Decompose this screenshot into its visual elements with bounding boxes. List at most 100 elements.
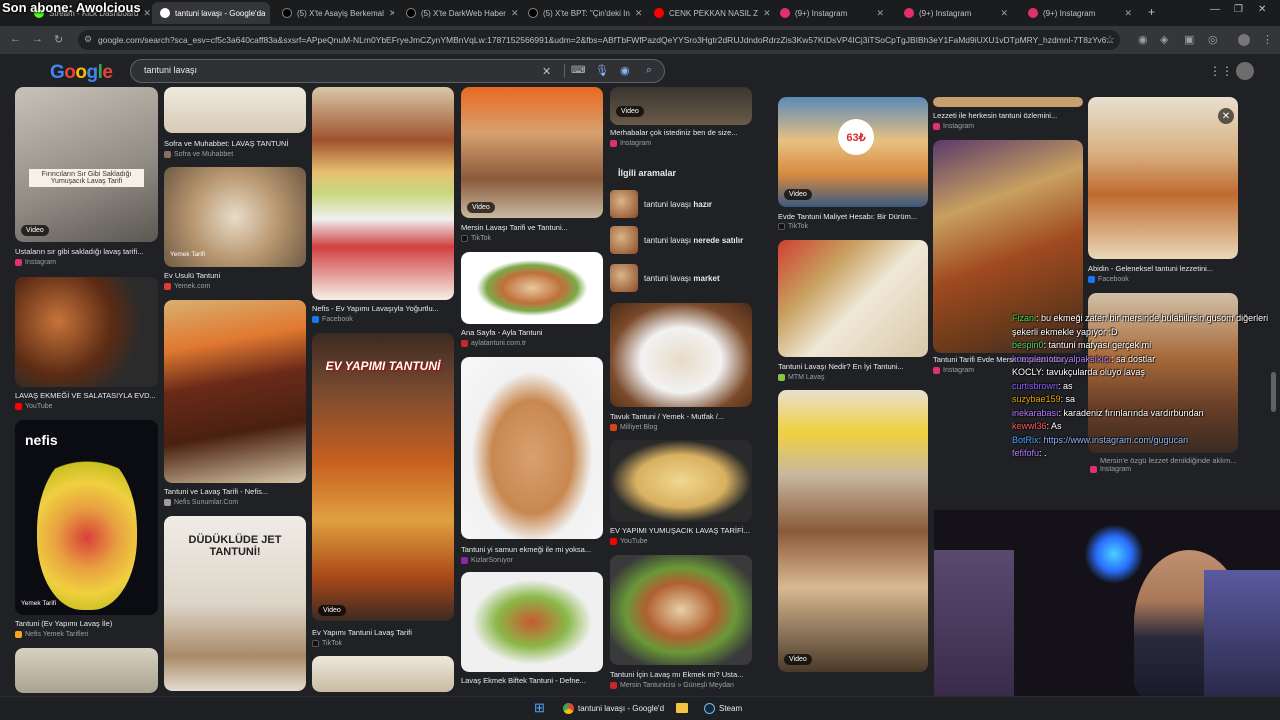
tab-1[interactable]: tantuni lavaşı - Google'da✕ xyxy=(152,2,270,24)
result-source[interactable]: Instagram xyxy=(1090,466,1131,473)
result-source[interactable]: YouTube xyxy=(15,403,53,410)
close-icon[interactable]: ✕ xyxy=(635,8,642,19)
result-caption[interactable]: Tantuni Lavaşı Nedir? En İyi Tantuni... xyxy=(778,362,928,371)
result-card-16[interactable] xyxy=(610,555,752,665)
result-card-1[interactable] xyxy=(15,277,158,387)
result-caption[interactable]: Tantuni ve Lavaş Tarifi - Nefis... xyxy=(164,487,306,496)
tab-6[interactable]: (9+) Instagram ✕ xyxy=(772,2,892,24)
account-avatar[interactable] xyxy=(1236,62,1254,80)
result-card-6[interactable]: DÜDÜKLÜDE JET TANTUNİ! xyxy=(164,516,306,691)
result-source[interactable]: Mersin Tantunicisi » Güneşli Meydan xyxy=(610,682,734,689)
result-caption[interactable]: EV YAPIMI YUMUŞACIK LAVAŞ TARİFİ... xyxy=(610,526,752,535)
result-caption[interactable]: Merhabalar çok istediniz ben de size... xyxy=(610,128,752,137)
result-card-0[interactable]: Fırıncıların Sır Gibi Sakladığı Yumuşacı… xyxy=(15,87,158,242)
result-source[interactable]: Instagram xyxy=(933,367,974,374)
result-caption[interactable]: Ev Yapımı Tantuni Lavaş Tarifi xyxy=(312,628,454,637)
address-bar[interactable]: google.com/search?sca_esv=cf5c3a640caff8… xyxy=(78,30,1120,50)
search-input[interactable]: tantuni lavaşı xyxy=(144,65,197,75)
result-source[interactable]: Instagram xyxy=(933,123,974,130)
result-card-partial[interactable] xyxy=(312,656,454,692)
result-card-9[interactable]: Video xyxy=(461,87,603,218)
close-icon[interactable]: ✕ xyxy=(389,8,394,19)
tab-8[interactable]: (9+) Instagram ✕ xyxy=(1020,2,1140,24)
close-icon[interactable]: ✕ xyxy=(1124,8,1132,19)
taskbar-chrome[interactable]: tantuni lavaşı - Google'd xyxy=(563,699,664,717)
tab-2[interactable]: (5) X'te Asayiş Berkemal ✕ xyxy=(274,2,394,24)
result-card-22[interactable] xyxy=(1088,97,1238,259)
tab-7[interactable]: (9+) Instagram ✕ xyxy=(896,2,1016,24)
search-icon[interactable]: ⌕ xyxy=(646,64,652,77)
menu-icon[interactable]: ⋮ xyxy=(1262,33,1273,46)
result-caption[interactable]: Lezzeti ile herkesin tantuni özlemini... xyxy=(933,111,1083,120)
result-caption[interactable]: Ev Usulü Tantuni xyxy=(164,271,306,280)
taskbar-explorer[interactable] xyxy=(676,699,688,717)
extension-icon[interactable]: ◉ xyxy=(1138,33,1148,46)
site-info-icon[interactable]: ⚙ xyxy=(84,34,92,45)
maximize-icon[interactable]: ❐ xyxy=(1234,4,1243,15)
close-icon[interactable]: ✕ xyxy=(763,8,770,19)
tab-4[interactable]: (5) X'te BPT: "Çin'deki In ✕ xyxy=(520,2,642,24)
close-icon[interactable]: ✕ xyxy=(876,8,884,19)
clear-icon[interactable]: ✕ xyxy=(542,65,551,78)
result-card-partial[interactable] xyxy=(933,97,1083,107)
keyboard-icon[interactable]: ⌨ xyxy=(571,65,585,76)
mic-icon[interactable]: 🎙 xyxy=(595,64,609,77)
result-caption[interactable]: Tantuni İçin Lavaş mı Ekmek mi? Usta... xyxy=(610,670,752,679)
result-source[interactable]: Instagram xyxy=(15,259,56,266)
result-source[interactable]: Nefis Sunumlar.Com xyxy=(164,499,238,506)
lens-icon[interactable]: ◉ xyxy=(620,64,630,77)
result-caption[interactable]: Tantuni yi samun ekmeği ile mi yoksa... xyxy=(461,545,603,554)
related-item[interactable]: tantuni lavaşı market xyxy=(610,264,752,292)
minimize-icon[interactable]: — xyxy=(1210,4,1220,15)
result-caption[interactable]: Nefis - Ev Yapımı Lavaşıyla Yoğurtlu... xyxy=(312,304,454,313)
result-caption[interactable]: Abidin - Geleneksel tantuni lezzetini... xyxy=(1088,264,1238,273)
result-source[interactable]: KizlarSoruyor xyxy=(461,557,513,564)
result-caption[interactable]: Evde Tantuni Maliyet Hesabı: Bir Dürüm..… xyxy=(778,212,928,221)
taskbar-steam[interactable]: Steam xyxy=(704,699,742,717)
close-window-icon[interactable]: ✕ xyxy=(1258,4,1266,15)
tab-5[interactable]: CENK PEKKAN NASIL Z ✕ xyxy=(646,2,770,24)
close-icon[interactable]: ✕ xyxy=(511,8,518,19)
result-card-10[interactable] xyxy=(461,252,603,324)
apps-grid-icon[interactable]: ⋮⋮ xyxy=(1209,64,1233,78)
extension-icon[interactable]: ▣ xyxy=(1184,33,1194,46)
result-source[interactable]: Yemek.com xyxy=(164,283,210,290)
result-source[interactable]: TikTok xyxy=(312,640,342,647)
result-card-8[interactable]: EV YAPIMI TANTUNİ Video xyxy=(312,333,454,621)
result-caption[interactable]: Ustaların sır gibi sakladığı lavaş tarif… xyxy=(15,247,158,256)
profile-icon[interactable] xyxy=(1238,34,1250,46)
result-source[interactable]: Sofra ve Muhabbet xyxy=(164,151,233,158)
result-source[interactable]: Nefis Yemek Tarifleri xyxy=(15,631,88,638)
result-caption[interactable]: LAVAŞ EKMEĞİ VE SALATASIYLA EVD... xyxy=(15,391,158,400)
result-caption[interactable]: Mersin Lavaşı Tarifi ve Tantuni... xyxy=(461,223,603,232)
result-caption[interactable]: Tavuk Tantuni / Yemek - Mutfak /... xyxy=(610,412,752,421)
result-card-partial[interactable] xyxy=(15,648,158,693)
result-card-11[interactable] xyxy=(461,357,603,539)
result-card-19[interactable]: Video xyxy=(778,390,928,672)
close-icon[interactable]: ✕ xyxy=(1218,108,1234,124)
result-source[interactable]: TikTok xyxy=(461,235,491,242)
result-source[interactable]: Milliyet Blog xyxy=(610,424,657,431)
google-logo[interactable]: Google xyxy=(50,62,113,84)
result-card-3[interactable] xyxy=(164,87,306,133)
result-source[interactable]: Instagram xyxy=(610,140,651,147)
start-button[interactable]: ⊞ xyxy=(534,699,545,717)
result-card-12[interactable] xyxy=(461,572,603,672)
result-source[interactable]: TikTok xyxy=(778,223,808,230)
result-source[interactable]: MTM Lavaş xyxy=(778,374,825,381)
result-source[interactable]: Facebook xyxy=(1088,276,1129,283)
result-card-13[interactable]: Video xyxy=(610,87,752,125)
tab-3[interactable]: (5) X'te DarkWeb Haber ✕ xyxy=(398,2,518,24)
extension-icon[interactable]: ◈ xyxy=(1160,33,1168,46)
back-icon[interactable]: ← xyxy=(10,33,21,45)
result-card-17[interactable]: 63₺ Video xyxy=(778,97,928,207)
related-item[interactable]: tantuni lavaşı nerede satılır xyxy=(610,226,752,254)
result-caption[interactable]: Sofra ve Muhabbet: LAVAŞ TANTUNİ xyxy=(164,139,306,148)
result-card-7[interactable] xyxy=(312,87,454,300)
result-source[interactable]: Facebook xyxy=(312,316,353,323)
related-item[interactable]: tantuni lavaşı hazır xyxy=(610,190,752,218)
result-caption[interactable]: Tantuni (Ev Yapımı Lavaş İle) xyxy=(15,619,158,628)
result-card-4[interactable]: Yemek Tarifi xyxy=(164,167,306,267)
result-card-15[interactable] xyxy=(610,440,752,522)
result-caption[interactable]: Lavaş Ekmek Biftek Tantuni - Defne... xyxy=(461,676,603,685)
